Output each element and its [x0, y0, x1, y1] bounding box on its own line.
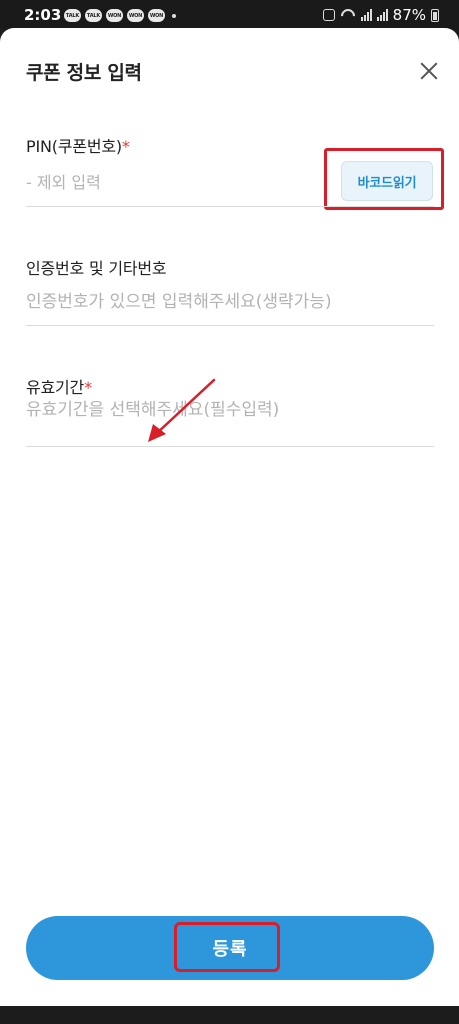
battery-percent: 87% — [392, 6, 426, 24]
signal-icon-2 — [376, 9, 388, 21]
phone-screen: 2:03 TALK TALK WON WON WON 87% 쿠폰 정보 입력 — [0, 0, 459, 1024]
notification-icons: TALK TALK WON WON WON — [64, 9, 176, 22]
expiry-divider — [26, 446, 434, 447]
annotation-arrow-icon — [148, 378, 216, 442]
more-notifications-dot-icon — [172, 13, 176, 18]
expiry-label: 유효기간* — [26, 374, 92, 398]
auth-label: 인증번호 및 기타번호 — [26, 259, 167, 278]
battery-icon — [431, 8, 439, 22]
annotation-highlight-box — [324, 148, 444, 210]
kakaotalk-notification-icon: TALK — [85, 9, 102, 22]
pin-input[interactable] — [26, 169, 326, 195]
pin-divider — [26, 206, 434, 207]
system-navigation-bar — [0, 1006, 459, 1024]
signal-icon — [360, 9, 372, 21]
close-icon[interactable] — [414, 56, 444, 86]
kakaobank-notification-icon: WON — [106, 9, 123, 22]
pin-required-mark: * — [121, 137, 130, 156]
status-bar: 2:03 TALK TALK WON WON WON 87% — [0, 0, 459, 30]
kakaotalk-notification-icon: TALK — [64, 9, 81, 22]
coupon-info-sheet: 쿠폰 정보 입력 PIN(쿠폰번호)* 바코드읽기 인증번호 및 기타번호 유효… — [0, 28, 459, 1006]
kakaobank-notification-icon: WON — [127, 9, 144, 22]
expiry-label-text: 유효기간 — [26, 378, 85, 397]
annotation-highlight-box-submit — [174, 922, 280, 972]
pin-label: PIN(쿠폰번호)* — [26, 133, 130, 157]
sheet-title: 쿠폰 정보 입력 — [26, 62, 142, 84]
auth-number-input[interactable] — [26, 288, 434, 316]
kakaobank-notification-icon: WON — [148, 9, 165, 22]
alarm-icon — [322, 9, 335, 21]
expiry-required-mark: * — [84, 378, 92, 397]
system-status-icons: 87% — [322, 6, 439, 24]
wifi-icon — [340, 9, 356, 21]
auth-divider — [26, 325, 434, 326]
expiry-date-input[interactable] — [26, 396, 434, 424]
pin-label-text: PIN(쿠폰번호) — [26, 137, 122, 156]
status-time: 2:03 — [24, 6, 62, 24]
